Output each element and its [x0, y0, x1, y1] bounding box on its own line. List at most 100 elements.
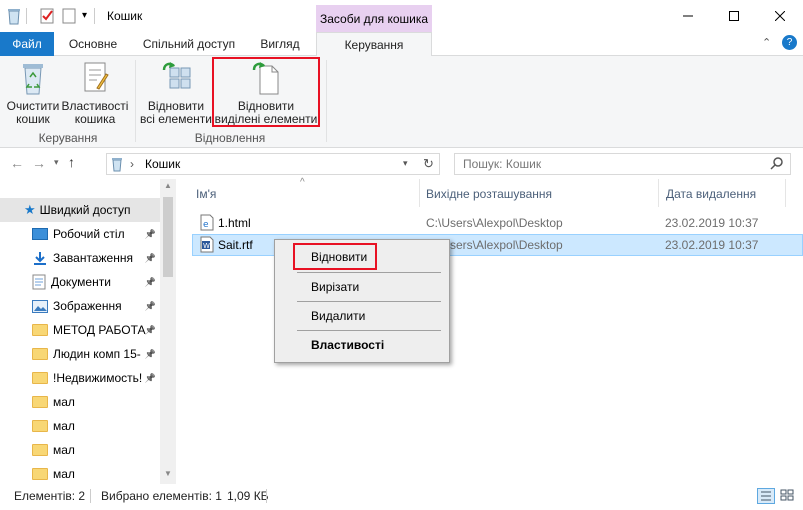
minimize-button[interactable] — [665, 0, 711, 32]
details-view-icon[interactable] — [757, 488, 775, 504]
folder-icon — [32, 468, 48, 480]
nav-quick-access[interactable]: ★ Швидкий доступ — [0, 198, 160, 222]
title-bar: ▾ Кошик Засоби для кошика — [0, 0, 803, 32]
menu-item-cut[interactable]: Вирізати — [311, 280, 359, 294]
folder-icon — [32, 348, 48, 360]
pin-icon[interactable]: 📌 — [145, 325, 156, 336]
large-icons-view-icon[interactable] — [779, 488, 797, 504]
file-date: 23.02.2019 10:37 — [665, 238, 759, 252]
tab-manage[interactable]: Керування — [316, 32, 432, 57]
qat-dropdown-icon[interactable]: ▾ — [82, 10, 87, 21]
nav-item-label: мал — [53, 443, 75, 457]
recent-locations-icon[interactable]: ▾ — [54, 157, 59, 168]
nav-item[interactable]: Зображення 📌 — [0, 294, 160, 318]
nav-item-label: мал — [53, 419, 75, 433]
column-date[interactable]: Дата видалення — [666, 185, 756, 203]
pin-icon[interactable]: 📌 — [145, 253, 156, 264]
checkmark-icon[interactable] — [40, 8, 54, 27]
ribbon: Очистити кошик Властивості кошика Керува… — [0, 56, 803, 148]
nav-item-label: МЕТОД РАБОТА — [53, 323, 146, 337]
contextual-tab-group: Засоби для кошика — [316, 5, 432, 32]
tab-share[interactable]: Спільний доступ — [136, 32, 242, 56]
nav-item[interactable]: мал — [0, 390, 160, 414]
folder-icon — [32, 396, 48, 408]
nav-item[interactable]: Завантаження 📌 — [0, 246, 160, 270]
bin-properties-label-2: кошика — [74, 112, 116, 126]
scroll-down-icon[interactable]: ▼ — [164, 469, 172, 478]
nav-item[interactable]: Робочий стіл 📌 — [0, 222, 160, 246]
nav-item-label: Робочий стіл — [53, 227, 125, 241]
empty-bin-button[interactable]: Очистити кошик — [4, 60, 62, 126]
nav-item[interactable]: мал — [0, 438, 160, 462]
desktop-icon — [32, 228, 48, 240]
pin-icon[interactable]: 📌 — [145, 349, 156, 360]
blank-page-icon[interactable] — [62, 8, 76, 27]
recycle-bin-icon — [6, 7, 22, 25]
file-list: ^ Ім'я Вихідне розташування Дата видален… — [176, 177, 803, 484]
download-icon — [32, 251, 48, 265]
help-icon[interactable]: ? — [782, 35, 797, 50]
pin-icon[interactable]: 📌 — [145, 373, 156, 384]
tab-file[interactable]: Файл — [0, 32, 54, 56]
close-button[interactable] — [757, 0, 803, 32]
window-title: Кошик — [107, 9, 143, 23]
folder-icon — [32, 324, 48, 336]
menu-separator — [297, 272, 441, 273]
bin-properties-button[interactable]: Властивості кошика — [62, 60, 128, 126]
scroll-up-icon[interactable]: ▲ — [164, 181, 172, 190]
search-placeholder: Пошук: Кошик — [463, 157, 542, 171]
pin-icon[interactable]: 📌 — [145, 229, 156, 240]
restore-all-button[interactable]: Відновити всі елементи — [140, 60, 212, 126]
up-icon[interactable]: ↑ — [68, 154, 75, 170]
nav-quick-access-label: Швидкий доступ — [39, 203, 131, 217]
column-location[interactable]: Вихідне розташування — [426, 185, 552, 203]
scroll-thumb[interactable] — [163, 197, 173, 277]
nav-item-label: Завантаження — [53, 251, 133, 265]
folder-icon — [32, 444, 48, 456]
breadcrumb-chevron-icon[interactable]: › — [130, 157, 134, 171]
nav-item[interactable]: !Недвижимость! 📌 — [0, 366, 160, 390]
column-name[interactable]: Ім'я — [196, 185, 216, 203]
breadcrumb[interactable]: Кошик — [145, 157, 180, 171]
status-size: 1,09 КБ — [227, 489, 269, 503]
pin-icon[interactable]: 📌 — [145, 301, 156, 312]
nav-item[interactable]: Документи 📌 — [0, 270, 160, 294]
tab-home[interactable]: Основне — [62, 32, 124, 56]
html-file-icon: e — [200, 214, 214, 234]
nav-scrollbar[interactable]: ▲ ▼ — [160, 179, 176, 484]
nav-item[interactable]: мал — [0, 462, 160, 486]
back-icon[interactable]: ← — [10, 155, 24, 171]
address-dropdown-icon[interactable]: ▾ — [403, 158, 408, 169]
file-location: C:\Users\Alexpol\Desktop — [426, 216, 563, 230]
folder-icon — [32, 372, 48, 384]
highlight-frame — [293, 243, 377, 270]
svg-text:e: e — [203, 220, 209, 230]
nav-item-label: мал — [53, 467, 75, 481]
column-separator — [419, 179, 420, 207]
collapse-ribbon-icon[interactable]: ⌃ — [762, 36, 771, 49]
star-icon: ★ — [24, 202, 36, 217]
table-row[interactable]: e 1.html C:\Users\Alexpol\Desktop 23.02.… — [192, 212, 803, 234]
menu-item-delete[interactable]: Видалити — [311, 309, 365, 323]
group-restore-label: Відновлення — [194, 131, 266, 145]
pin-icon[interactable]: 📌 — [145, 277, 156, 288]
address-row: ← → ▾ ↑ › Кошик ▾ ↻ Пошук: Кошик — [0, 149, 803, 179]
menu-separator — [297, 330, 441, 331]
word-file-icon: W — [200, 236, 214, 256]
address-bar[interactable]: › Кошик ▾ ↻ — [106, 153, 440, 175]
search-input[interactable]: Пошук: Кошик — [454, 153, 791, 175]
forward-icon[interactable]: → — [32, 155, 46, 171]
group-separator — [326, 60, 327, 142]
nav-item[interactable]: МЕТОД РАБОТА 📌 — [0, 318, 160, 342]
menu-item-properties[interactable]: Властивості — [311, 338, 384, 352]
maximize-button[interactable] — [711, 0, 757, 32]
menu-separator — [297, 301, 441, 302]
status-separator — [90, 489, 91, 503]
empty-bin-label-2: кошик — [16, 112, 50, 126]
refresh-icon[interactable]: ↻ — [423, 156, 434, 172]
tab-view[interactable]: Вигляд — [250, 32, 310, 56]
nav-item-label: !Недвижимость! — [53, 371, 143, 385]
nav-item[interactable]: мал — [0, 414, 160, 438]
column-separator — [785, 179, 786, 207]
nav-item[interactable]: Людин комп 15- 📌 — [0, 342, 160, 366]
